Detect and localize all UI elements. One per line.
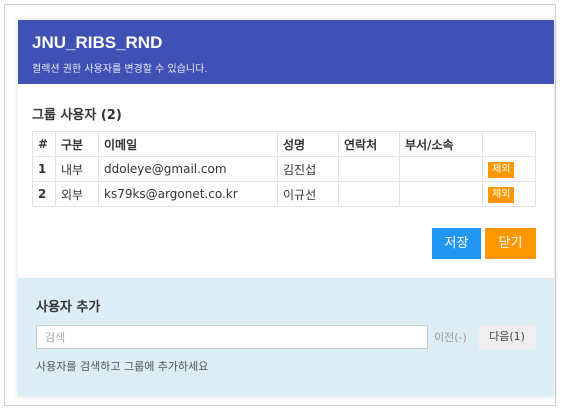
user-search-input[interactable] xyxy=(36,325,428,349)
group-users-count: (2) xyxy=(100,108,122,123)
row-name: 김진섭 xyxy=(277,156,339,182)
row-email: ks79ks@argonet.co.kr xyxy=(98,181,278,207)
search-hint: 사용자를 검색하고 그룹에 추가하세요 xyxy=(36,360,209,373)
col-header-number: # xyxy=(32,131,56,157)
row-department xyxy=(399,181,483,207)
table-row: 1 내부 ddoleye@gmail.com 김진섭 제외 xyxy=(32,156,536,182)
row-phone xyxy=(338,156,400,182)
row-name: 이규선 xyxy=(277,181,339,207)
save-button[interactable]: 저장 xyxy=(432,228,481,259)
row-department xyxy=(399,156,483,182)
next-page-button[interactable]: 다음(1) xyxy=(478,325,536,349)
col-header-action xyxy=(482,131,536,157)
remove-user-button[interactable]: 제외 xyxy=(488,186,515,203)
row-type: 내부 xyxy=(55,156,99,182)
row-action-cell: 제외 xyxy=(482,181,536,207)
row-number: 2 xyxy=(32,181,56,207)
user-permission-dialog: JNU_RIBS_RND 컬렉션 권한 사용자를 변경할 수 있습니다. 그룹 … xyxy=(18,20,554,396)
group-users-heading: 그룹 사용자 (2) xyxy=(32,104,554,123)
prev-page-button[interactable]: 이전(-) xyxy=(434,329,467,345)
col-header-name: 성명 xyxy=(277,131,339,157)
group-users-table: # 구분 이메일 성명 연락처 부서/소속 1 내부 ddoleye@gmail… xyxy=(32,131,536,207)
dialog-header: JNU_RIBS_RND 컬렉션 권한 사용자를 변경할 수 있습니다. xyxy=(18,20,554,84)
remove-user-button[interactable]: 제외 xyxy=(488,161,515,178)
row-type: 외부 xyxy=(55,181,99,207)
row-action-cell: 제외 xyxy=(482,156,536,182)
close-button[interactable]: 닫기 xyxy=(485,228,536,259)
add-user-title: 사용자 추가 xyxy=(36,300,101,315)
dialog-title: JNU_RIBS_RND xyxy=(32,33,163,52)
table-row: 2 외부 ks79ks@argonet.co.kr 이규선 제외 xyxy=(32,181,536,207)
col-header-type: 구분 xyxy=(55,131,99,157)
add-user-panel: 사용자 추가 이전(-) 다음(1) 사용자를 검색하고 그룹에 추가하세요 xyxy=(18,278,554,396)
dialog-subtitle: 컬렉션 권한 사용자를 변경할 수 있습니다. xyxy=(32,64,208,75)
table-header-row: # 구분 이메일 성명 연락처 부서/소속 xyxy=(32,131,536,157)
col-header-department: 부서/소속 xyxy=(399,131,483,157)
col-header-email: 이메일 xyxy=(98,131,278,157)
row-number: 1 xyxy=(32,156,56,182)
col-header-phone: 연락처 xyxy=(338,131,400,157)
row-email: ddoleye@gmail.com xyxy=(98,156,278,182)
group-users-title: 그룹 사용자 xyxy=(32,108,97,123)
row-phone xyxy=(338,181,400,207)
